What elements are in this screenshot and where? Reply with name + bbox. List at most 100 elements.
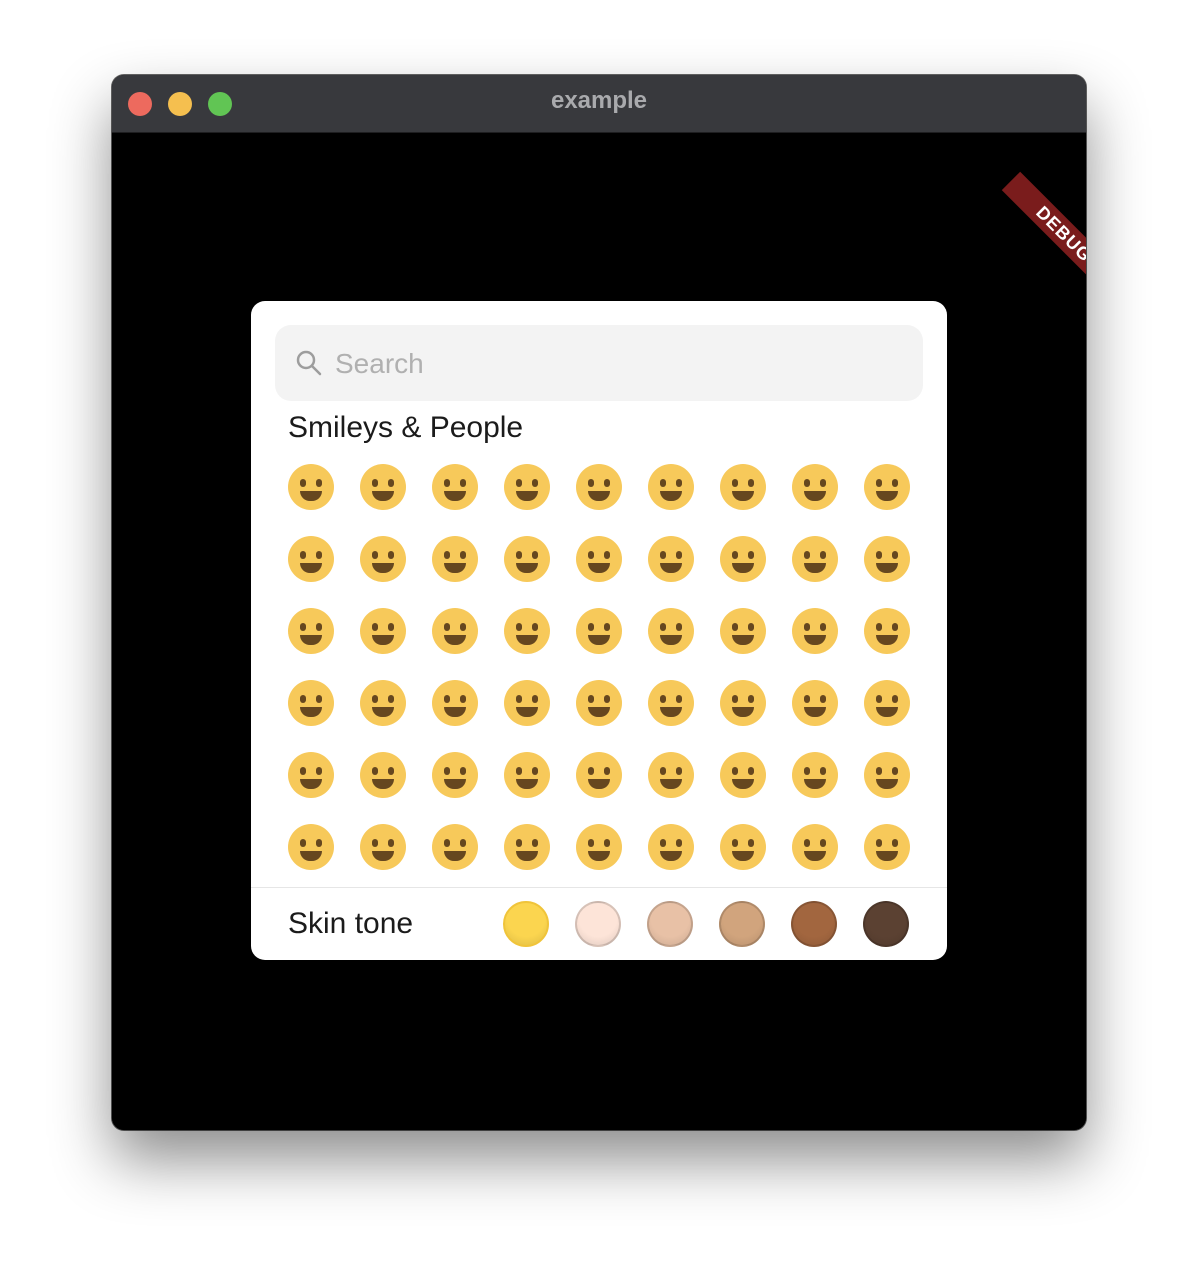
emoji-button[interactable]: [851, 811, 923, 883]
emoji-button[interactable]: [707, 451, 779, 523]
emoji-face-icon: [720, 680, 766, 726]
emoji-button[interactable]: [563, 595, 635, 667]
category-title: Smileys & People: [288, 411, 524, 444]
emoji-button[interactable]: [779, 595, 851, 667]
emoji-button[interactable]: [851, 739, 923, 811]
emoji-button[interactable]: [563, 667, 635, 739]
emoji-face-icon: [504, 464, 550, 510]
emoji-button[interactable]: [419, 595, 491, 667]
emoji-button[interactable]: [851, 451, 923, 523]
emoji-button[interactable]: [779, 811, 851, 883]
emoji-button[interactable]: [275, 523, 347, 595]
emoji-button[interactable]: [707, 523, 779, 595]
emoji-button[interactable]: [347, 811, 419, 883]
emoji-face-icon: [720, 536, 766, 582]
skin-tone-swatch[interactable]: [503, 901, 549, 947]
emoji-face-icon: [720, 608, 766, 654]
emoji-button[interactable]: [779, 451, 851, 523]
emoji-face-icon: [288, 824, 334, 870]
emoji-face-icon: [288, 536, 334, 582]
skin-tone-swatch[interactable]: [647, 901, 693, 947]
emoji-face-icon: [720, 752, 766, 798]
emoji-face-icon: [432, 608, 478, 654]
search-bar[interactable]: [275, 325, 923, 401]
emoji-face-icon: [504, 536, 550, 582]
emoji-face-icon: [792, 536, 838, 582]
emoji-button[interactable]: [707, 811, 779, 883]
emoji-face-icon: [864, 536, 910, 582]
emoji-face-icon: [720, 464, 766, 510]
emoji-face-icon: [360, 536, 406, 582]
emoji-face-icon: [288, 752, 334, 798]
emoji-face-icon: [792, 824, 838, 870]
emoji-button[interactable]: [275, 739, 347, 811]
emoji-button[interactable]: [491, 451, 563, 523]
emoji-button[interactable]: [419, 739, 491, 811]
skin-tone-swatch[interactable]: [575, 901, 621, 947]
emoji-button[interactable]: [779, 667, 851, 739]
emoji-button[interactable]: [491, 523, 563, 595]
emoji-face-icon: [576, 536, 622, 582]
app-window: example DEBUG Smileys & People Skin tone: [112, 75, 1086, 1130]
emoji-button[interactable]: [635, 595, 707, 667]
emoji-face-icon: [504, 680, 550, 726]
emoji-button[interactable]: [419, 811, 491, 883]
emoji-button[interactable]: [347, 739, 419, 811]
emoji-face-icon: [432, 464, 478, 510]
emoji-button[interactable]: [851, 595, 923, 667]
emoji-button[interactable]: [275, 667, 347, 739]
emoji-face-icon: [792, 680, 838, 726]
emoji-button[interactable]: [491, 595, 563, 667]
emoji-face-icon: [360, 752, 406, 798]
emoji-button[interactable]: [563, 523, 635, 595]
emoji-button[interactable]: [635, 451, 707, 523]
skin-tone-swatch[interactable]: [791, 901, 837, 947]
emoji-button[interactable]: [563, 739, 635, 811]
emoji-picker: Smileys & People Skin tone: [251, 301, 947, 960]
emoji-button[interactable]: [491, 667, 563, 739]
emoji-button[interactable]: [635, 523, 707, 595]
emoji-button[interactable]: [419, 451, 491, 523]
emoji-face-icon: [360, 680, 406, 726]
emoji-button[interactable]: [419, 523, 491, 595]
emoji-face-icon: [360, 608, 406, 654]
emoji-button[interactable]: [347, 523, 419, 595]
emoji-button[interactable]: [563, 451, 635, 523]
emoji-button[interactable]: [563, 811, 635, 883]
emoji-button[interactable]: [707, 739, 779, 811]
search-input[interactable]: [333, 341, 897, 387]
emoji-button[interactable]: [347, 451, 419, 523]
emoji-face-icon: [864, 824, 910, 870]
emoji-face-icon: [432, 536, 478, 582]
emoji-button[interactable]: [275, 451, 347, 523]
emoji-face-icon: [648, 608, 694, 654]
emoji-face-icon: [648, 752, 694, 798]
emoji-button[interactable]: [851, 667, 923, 739]
emoji-face-icon: [504, 752, 550, 798]
emoji-button[interactable]: [779, 739, 851, 811]
skin-tone-swatch[interactable]: [863, 901, 909, 947]
emoji-button[interactable]: [347, 667, 419, 739]
emoji-face-icon: [504, 608, 550, 654]
emoji-face-icon: [864, 464, 910, 510]
emoji-button[interactable]: [491, 811, 563, 883]
emoji-button[interactable]: [707, 667, 779, 739]
emoji-button[interactable]: [635, 667, 707, 739]
title-bar[interactable]: example: [112, 75, 1086, 133]
emoji-face-icon: [792, 464, 838, 510]
emoji-button[interactable]: [275, 595, 347, 667]
emoji-button[interactable]: [347, 595, 419, 667]
skin-tone-swatch[interactable]: [719, 901, 765, 947]
emoji-button[interactable]: [635, 811, 707, 883]
search-icon: [296, 350, 322, 376]
emoji-button[interactable]: [491, 739, 563, 811]
emoji-button[interactable]: [275, 811, 347, 883]
emoji-button[interactable]: [419, 667, 491, 739]
emoji-button[interactable]: [635, 739, 707, 811]
emoji-face-icon: [504, 824, 550, 870]
emoji-face-icon: [360, 464, 406, 510]
emoji-button[interactable]: [779, 523, 851, 595]
emoji-button[interactable]: [707, 595, 779, 667]
emoji-button[interactable]: [851, 523, 923, 595]
emoji-face-icon: [576, 608, 622, 654]
